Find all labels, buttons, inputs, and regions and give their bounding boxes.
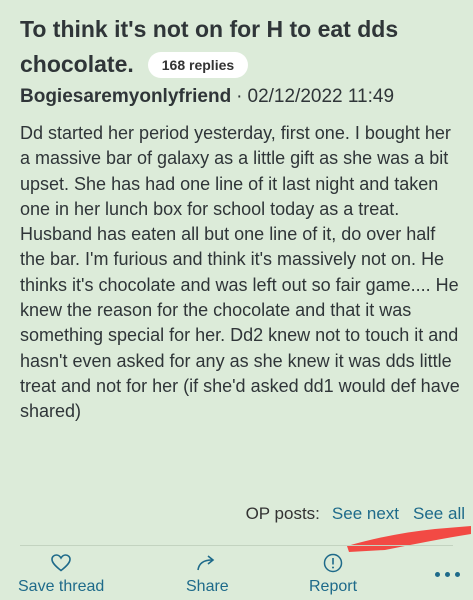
see-all-link[interactable]: See all: [413, 504, 465, 523]
exclamation-circle-icon: [322, 552, 344, 574]
replies-badge[interactable]: 168 replies: [147, 51, 249, 78]
thread-title-line2-row: chocolate. 168 replies: [20, 47, 460, 82]
share-arrow-icon: [196, 552, 218, 574]
post-meta: Bogiesaremyonlyfriend · 02/12/2022 11:49: [20, 85, 394, 109]
report-label: Report: [309, 578, 358, 595]
post-author[interactable]: Bogiesaremyonlyfriend: [20, 86, 231, 107]
report-button[interactable]: Report: [309, 552, 357, 596]
share-button[interactable]: Share: [186, 552, 229, 596]
more-dot: [435, 572, 440, 577]
op-posts-nav: OP posts: See next See all: [246, 503, 465, 525]
thread-page: To think it's not on for H to eat dds ch…: [0, 0, 473, 600]
see-next-link[interactable]: See next: [332, 504, 399, 523]
post-timestamp: 02/12/2022 11:49: [247, 86, 395, 107]
meta-separator: ·: [236, 86, 243, 107]
op-posts-label: OP posts:: [245, 504, 320, 523]
share-label: Share: [186, 578, 229, 595]
heart-icon: [50, 552, 72, 574]
more-dot: [445, 572, 450, 577]
thread-title: To think it's not on for H to eat dds ch…: [20, 12, 460, 82]
thread-title-line2: chocolate.: [20, 51, 134, 77]
thread-title-line1: To think it's not on for H to eat dds: [20, 16, 399, 42]
red-redaction-mark: [347, 526, 471, 552]
save-thread-button[interactable]: Save thread: [18, 552, 104, 596]
more-options-icon[interactable]: [435, 572, 460, 577]
more-dot: [455, 572, 460, 577]
post-body: Dd started her period yesterday, first o…: [20, 123, 460, 422]
save-thread-label: Save thread: [18, 578, 105, 595]
actions-divider: [20, 545, 453, 546]
